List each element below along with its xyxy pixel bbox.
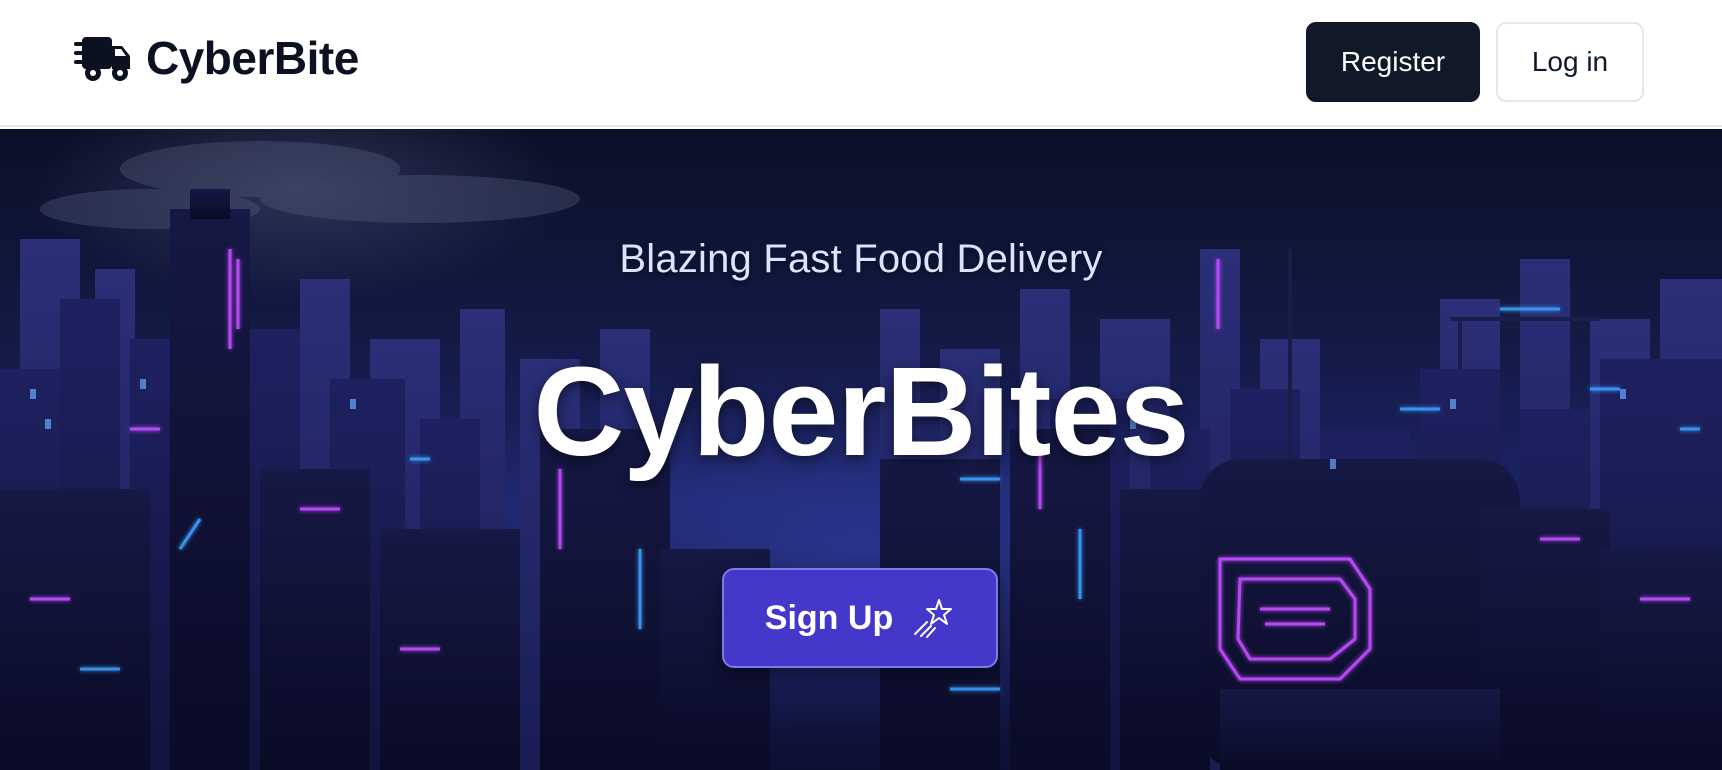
login-button[interactable]: Log in xyxy=(1496,22,1644,102)
hero-section: Blazing Fast Food Delivery CyberBites Si… xyxy=(0,129,1722,770)
register-button[interactable]: Register xyxy=(1306,22,1480,102)
hero-title: CyberBites xyxy=(533,341,1189,482)
brand-name: CyberBite xyxy=(146,32,359,84)
site-header: CyberBite Register Log in xyxy=(0,0,1722,127)
truck-fast-icon xyxy=(74,37,130,81)
sign-up-button[interactable]: Sign Up xyxy=(722,568,998,668)
shooting-star-icon xyxy=(914,599,953,638)
hero-tagline: Blazing Fast Food Delivery xyxy=(619,237,1103,281)
sign-up-label: Sign Up xyxy=(764,598,894,637)
brand-logo-link[interactable]: CyberBite xyxy=(74,34,359,82)
